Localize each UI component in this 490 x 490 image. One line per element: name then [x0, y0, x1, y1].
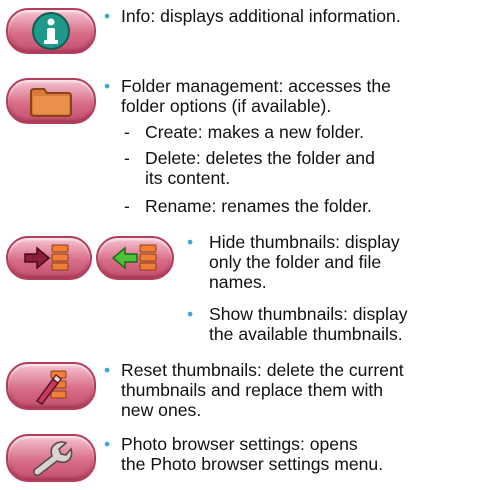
folder-management-button[interactable]	[6, 78, 96, 124]
folder-management-line-2: folder options (if available).	[121, 96, 332, 116]
photo-browser-settings-button[interactable]	[6, 434, 96, 482]
dash: -	[124, 122, 130, 142]
dash: -	[124, 196, 130, 216]
folder-management-line-1: Folder management: accesses the	[121, 76, 391, 96]
reset-thumbnails-line-1: Reset thumbnails: delete the current	[121, 360, 404, 380]
delete-description-line-1: Delete: deletes the folder and	[145, 148, 375, 168]
bullet: •	[187, 304, 194, 324]
rename-description: Rename: renames the folder.	[145, 196, 372, 216]
hide-thumbnails-button[interactable]	[6, 236, 92, 280]
hide-thumbnails-line-2: only the folder and file	[209, 252, 382, 272]
show-thumbnails-button[interactable]	[96, 236, 174, 280]
bullet: •	[187, 232, 194, 252]
create-description: Create: makes a new folder.	[145, 122, 365, 142]
photo-browser-settings-line-2: the Photo browser settings menu.	[121, 454, 384, 474]
photo-browser-settings-line-1: Photo browser settings: opens	[121, 434, 358, 454]
bullet: •	[104, 360, 111, 380]
show-thumbnails-line-1: Show thumbnails: display	[209, 304, 408, 324]
reset-thumbnails-icon	[35, 370, 67, 405]
reset-thumbnails-button[interactable]	[6, 362, 96, 410]
info-description: Info: displays additional information.	[121, 6, 401, 26]
show-thumbnails-line-2: the available thumbnails.	[209, 324, 403, 344]
hide-thumbnails-line-3: names.	[209, 272, 267, 292]
dash: -	[124, 148, 130, 168]
show-thumbnails-icon	[111, 244, 157, 271]
hide-thumbnails-line-1: Hide thumbnails: display	[209, 232, 400, 252]
help-page: • Info: displays additional information.…	[0, 0, 490, 490]
bullet: •	[104, 434, 111, 454]
info-button[interactable]	[6, 8, 96, 54]
bullet: •	[104, 6, 111, 26]
hide-thumbnails-icon	[24, 244, 69, 271]
folder-icon	[30, 88, 72, 117]
wrench-icon	[33, 441, 73, 477]
bullet: •	[104, 76, 111, 96]
reset-thumbnails-line-3: new ones.	[121, 400, 202, 420]
delete-description-line-2: its content.	[145, 168, 231, 188]
reset-thumbnails-line-2: thumbnails and replace them with	[121, 380, 384, 400]
info-icon	[32, 12, 70, 50]
